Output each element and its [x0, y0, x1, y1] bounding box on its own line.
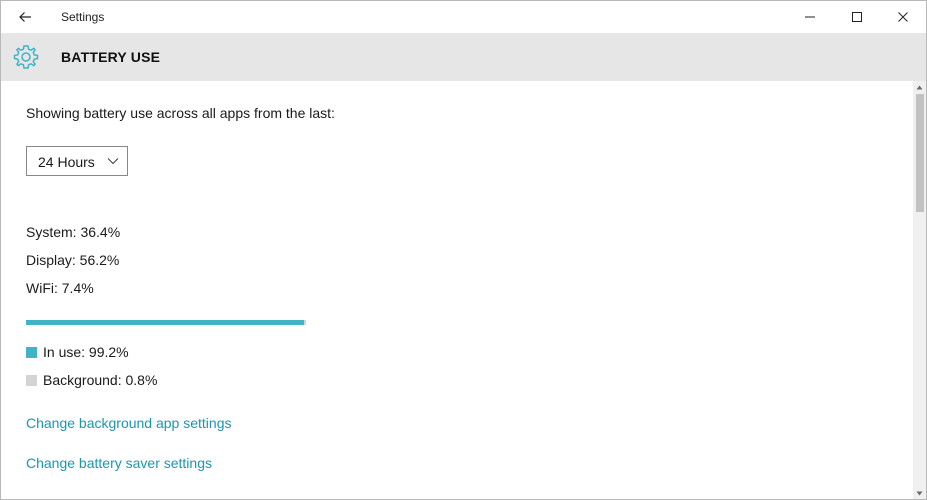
period-dropdown[interactable]: 24 Hours: [26, 146, 128, 176]
minimize-button[interactable]: [787, 1, 833, 33]
vertical-scrollbar[interactable]: [913, 81, 926, 499]
stat-wifi: WiFi: 7.4%: [26, 280, 94, 296]
maximize-icon: [852, 12, 862, 22]
maximize-button[interactable]: [834, 1, 880, 33]
chevron-down-icon: [107, 158, 119, 165]
legend-background: Background: 0.8%: [26, 372, 157, 388]
window-title: Settings: [61, 10, 105, 24]
page-header: BATTERY USE: [1, 33, 926, 81]
back-button[interactable]: [11, 5, 39, 29]
page-title: BATTERY USE: [61, 49, 161, 65]
battery-saver-settings-link[interactable]: Change battery saver settings: [26, 455, 212, 471]
minimize-icon: [805, 16, 815, 18]
in-use-swatch: [26, 346, 37, 358]
close-button[interactable]: [880, 1, 926, 33]
settings-window: Settings BATTERY USE Showing battery use…: [0, 0, 927, 500]
title-bar: Settings: [1, 1, 926, 33]
stat-system: System: 36.4%: [26, 224, 121, 240]
background-app-settings-link[interactable]: Change background app settings: [26, 415, 231, 431]
gear-icon: [13, 45, 39, 69]
scroll-down-button[interactable]: [913, 487, 926, 499]
scrollbar-thumb[interactable]: [916, 94, 924, 212]
back-arrow-icon: [19, 12, 31, 22]
usage-bar-in-use: [26, 320, 304, 325]
usage-bar: [26, 320, 306, 325]
scroll-up-arrow-icon: [916, 85, 923, 89]
legend-in-use-label: In use: 99.2%: [43, 344, 129, 360]
scroll-down-arrow-icon: [916, 491, 923, 495]
background-swatch: [26, 374, 37, 386]
content-area: Showing battery use across all apps from…: [1, 81, 913, 499]
period-dropdown-value: 24 Hours: [38, 154, 95, 170]
close-icon: [898, 12, 908, 22]
intro-text: Showing battery use across all apps from…: [26, 105, 335, 121]
legend-in-use: In use: 99.2%: [26, 344, 129, 360]
legend-background-label: Background: 0.8%: [43, 372, 158, 388]
stat-display: Display: 56.2%: [26, 252, 120, 268]
scroll-up-button[interactable]: [913, 81, 926, 93]
